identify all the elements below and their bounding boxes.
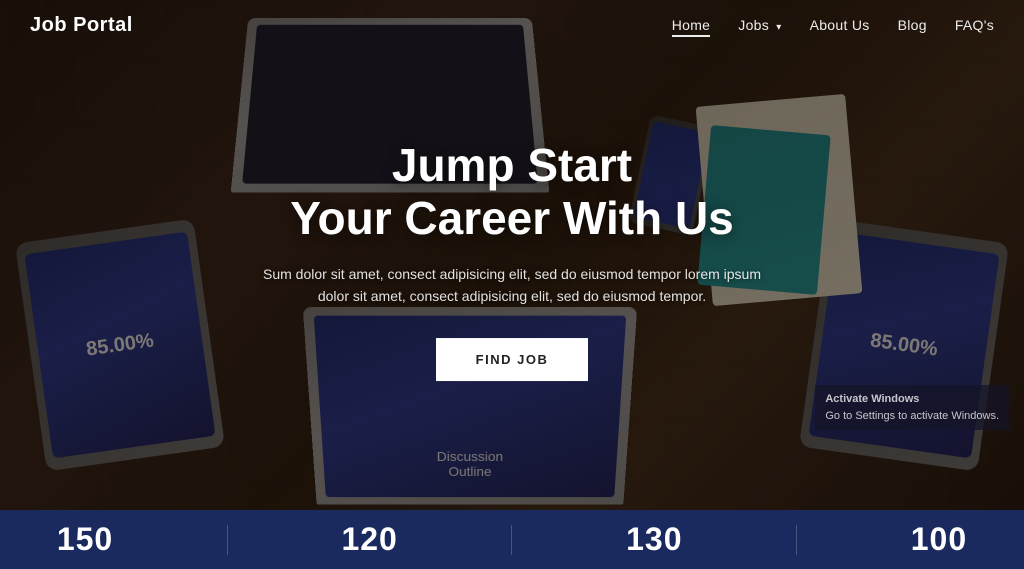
nav-item-home[interactable]: Home (672, 17, 711, 35)
stat-divider-3 (796, 525, 797, 555)
nav-link-faqs[interactable]: FAQ's (955, 17, 994, 33)
navigation: Job Portal Home Jobs ▾ About Us Blog FAQ… (0, 0, 1024, 51)
windows-notice-line2: Go to Settings to activate Windows. (825, 408, 999, 425)
hero-title-line2: Your Career With Us (290, 192, 734, 244)
nav-links-list: Home Jobs ▾ About Us Blog FAQ's (672, 17, 994, 35)
hero-content: Jump Start Your Career With Us Sum dolor… (252, 139, 772, 381)
nav-item-about[interactable]: About Us (810, 17, 870, 35)
nav-item-faqs[interactable]: FAQ's (955, 17, 994, 35)
nav-item-jobs[interactable]: Jobs ▾ (738, 17, 781, 35)
stat-divider-2 (511, 525, 512, 555)
find-job-button[interactable]: FIND JOB (436, 338, 589, 381)
nav-item-blog[interactable]: Blog (898, 17, 927, 35)
stat-item-2: 130 (626, 521, 682, 558)
nav-link-blog[interactable]: Blog (898, 17, 927, 33)
hero-title-line1: Jump Start (392, 139, 632, 191)
windows-notice-line1: Activate Windows (825, 391, 999, 408)
hero-subtitle: Sum dolor sit amet, consect adipisicing … (252, 263, 772, 308)
stats-bar: 150 120 130 100 (0, 510, 1024, 569)
hero-title: Jump Start Your Career With Us (252, 139, 772, 245)
site-logo[interactable]: Job Portal (30, 14, 133, 37)
nav-link-home[interactable]: Home (672, 17, 711, 37)
hero-section: 85.00% 85.00% Discussion Outline Job Por… (0, 0, 1024, 510)
stat-item-1: 120 (341, 521, 397, 558)
stat-item-0: 150 (57, 521, 113, 558)
nav-link-about[interactable]: About Us (810, 17, 870, 33)
stat-divider-1 (227, 525, 228, 555)
nav-link-jobs[interactable]: Jobs ▾ (738, 17, 781, 33)
stat-item-3: 100 (911, 521, 967, 558)
windows-activation-notice: Activate Windows Go to Settings to activ… (815, 385, 1009, 430)
jobs-dropdown-arrow: ▾ (776, 22, 781, 33)
